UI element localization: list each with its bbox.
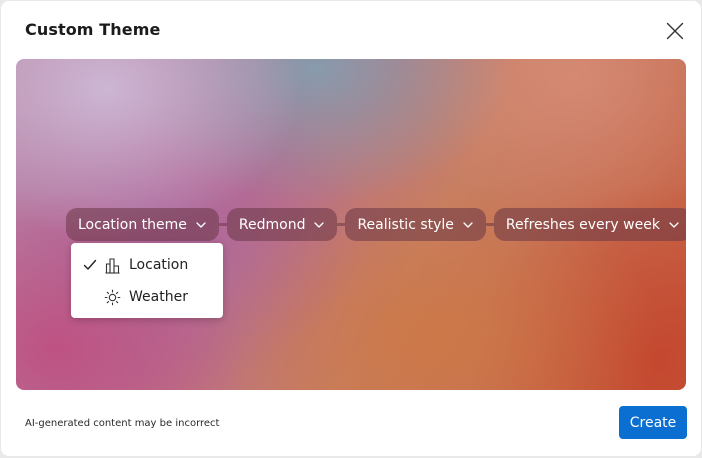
create-button[interactable]: Create bbox=[619, 406, 687, 439]
menu-item-label: Weather bbox=[129, 289, 188, 305]
style-chip[interactable]: Realistic style bbox=[345, 208, 486, 241]
chevron-down-icon bbox=[668, 219, 680, 231]
theme-options-row: Location theme Redmond Realistic style R… bbox=[66, 208, 686, 241]
checkmark-icon bbox=[83, 259, 97, 270]
chevron-down-icon bbox=[313, 219, 325, 231]
theme-type-chip[interactable]: Location theme bbox=[66, 208, 219, 241]
chip-label: Redmond bbox=[238, 216, 306, 233]
menu-item-weather[interactable]: Weather bbox=[71, 281, 223, 313]
chip-label: Realistic style bbox=[357, 216, 454, 233]
close-button[interactable] bbox=[661, 17, 689, 45]
dialog-title: Custom Theme bbox=[25, 20, 161, 39]
chip-label: Location theme bbox=[78, 216, 187, 233]
chip-connector bbox=[485, 223, 494, 226]
close-icon bbox=[666, 22, 684, 40]
theme-preview: Location theme Redmond Realistic style R… bbox=[16, 59, 686, 390]
menu-item-label: Location bbox=[129, 257, 189, 273]
custom-theme-dialog: Custom Theme Location theme Redmond Real… bbox=[1, 1, 701, 456]
theme-type-dropdown: Location Weather bbox=[71, 243, 223, 318]
sun-icon bbox=[104, 289, 121, 306]
chip-label: Refreshes every week bbox=[505, 216, 660, 233]
chevron-down-icon bbox=[195, 219, 207, 231]
ai-disclaimer: AI-generated content may be incorrect bbox=[25, 418, 220, 429]
chevron-down-icon bbox=[462, 219, 474, 231]
chip-connector bbox=[218, 223, 227, 226]
chip-connector bbox=[337, 223, 346, 226]
location-chip[interactable]: Redmond bbox=[226, 208, 338, 241]
refresh-frequency-chip[interactable]: Refreshes every week bbox=[493, 208, 686, 241]
buildings-icon bbox=[105, 258, 120, 274]
menu-item-location[interactable]: Location bbox=[71, 249, 223, 281]
